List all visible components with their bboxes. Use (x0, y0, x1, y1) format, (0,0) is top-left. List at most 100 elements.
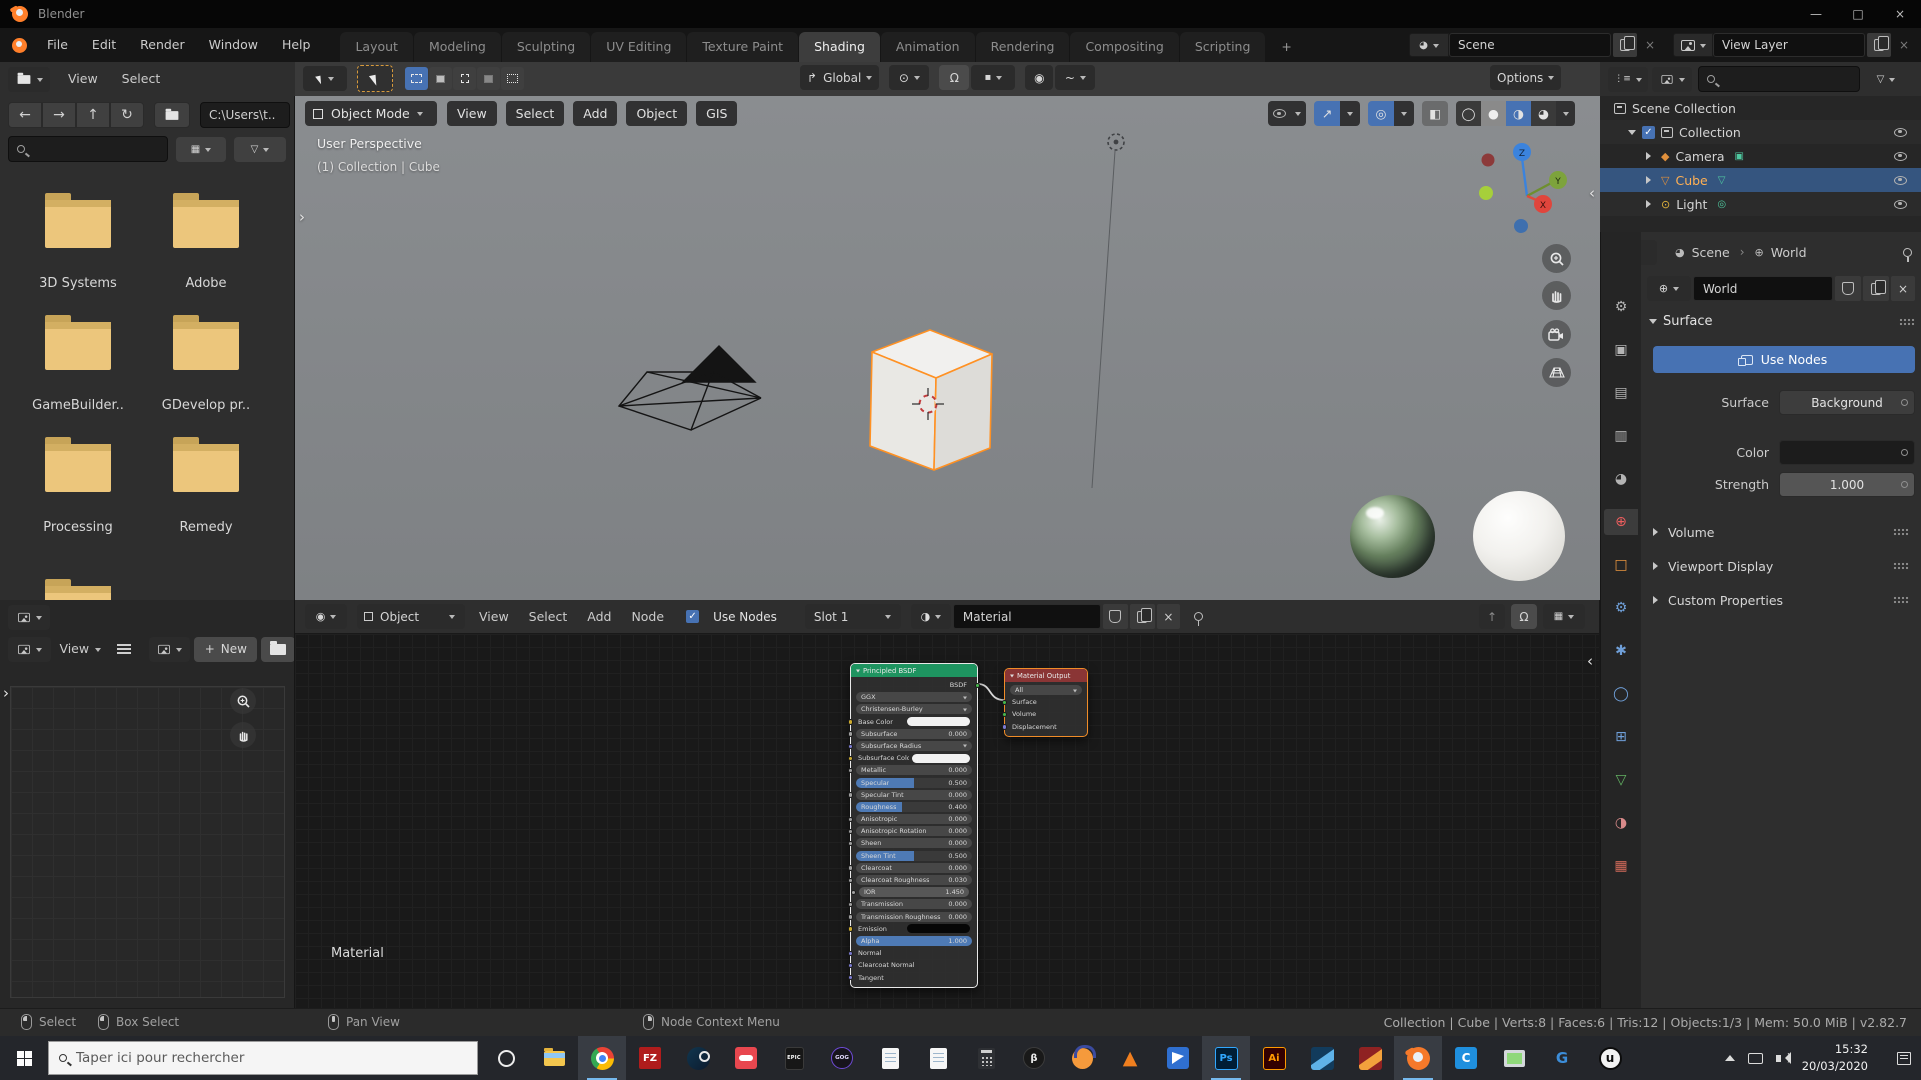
color-swatch[interactable] (912, 754, 970, 763)
disclosure-icon[interactable] (1646, 200, 1655, 208)
zoom-button[interactable] (1542, 244, 1571, 273)
principled-bsdf-node[interactable]: Principled BSDF BSDF GGX Christensen-Bur… (850, 663, 978, 988)
viewport-3d[interactable]: Object Mode ViewSelectAddObjectGIS ↗ ◎ ◧… (295, 96, 1600, 600)
node-socket[interactable] (848, 865, 853, 870)
fake-user-shield-button[interactable] (1835, 276, 1861, 301)
pin-icon[interactable] (1903, 248, 1912, 257)
editor-type-file-browser-button[interactable] (8, 67, 50, 92)
orthographic-grid-button[interactable] (1542, 358, 1571, 387)
app-epic-games[interactable]: EPIC (770, 1036, 818, 1080)
world-name-field[interactable]: World (1693, 276, 1833, 301)
node-row[interactable]: Specular 0.500 (856, 778, 972, 788)
forward-button[interactable]: → (42, 102, 76, 128)
node-row[interactable]: Tangent (856, 973, 972, 983)
material-copy-button[interactable] (1130, 604, 1155, 629)
breadcrumb-scene[interactable]: Scene (1692, 245, 1730, 260)
node-row[interactable]: Clearcoat Roughness 0.030 (856, 875, 972, 885)
volume-icon[interactable] (1776, 1055, 1781, 1062)
breadcrumb-world[interactable]: World (1771, 245, 1807, 260)
node-row[interactable]: Sheen Tint 0.500 (856, 851, 972, 861)
menu-hamburger-icon[interactable] (117, 644, 131, 646)
editor-type-shader-button[interactable]: ◉ (305, 604, 347, 629)
node-socket[interactable] (1002, 712, 1007, 717)
node-row[interactable]: Specular Tint 0.000 (856, 790, 972, 800)
tab-object-data[interactable]: ▽ (1604, 767, 1638, 793)
path-field[interactable]: C:\Users\t.. (200, 102, 290, 128)
parent-dir-button[interactable]: ↑ (76, 102, 110, 128)
select-mode-intersect-button[interactable] (501, 67, 524, 90)
tab-particles[interactable]: ✱ (1604, 638, 1638, 664)
app-vlc[interactable]: ▲ (1106, 1036, 1154, 1080)
node-socket[interactable] (848, 926, 853, 931)
editor-type-image-button[interactable] (8, 605, 50, 630)
app-file-explorer[interactable] (530, 1036, 578, 1080)
notification-center-icon[interactable] (1897, 1052, 1911, 1065)
open-image-button[interactable] (261, 637, 295, 662)
node-socket[interactable] (848, 841, 853, 846)
material-pin-icon[interactable] (1194, 612, 1203, 621)
folder-item[interactable]: Processing (14, 430, 142, 552)
menu-item[interactable]: Render (128, 28, 197, 62)
app-calculator[interactable] (962, 1036, 1010, 1080)
mesh-data-icon[interactable]: ▽ (1718, 175, 1726, 186)
surface-panel-header[interactable]: Surface (1649, 314, 1915, 329)
node-socket[interactable] (848, 963, 853, 968)
workspace-tab[interactable]: Sculpting (502, 32, 590, 62)
menu-item[interactable]: Window (197, 28, 270, 62)
node-row[interactable]: Anisotropic Rotation 0.000 (856, 826, 972, 836)
node-row[interactable]: Subsurface Radius (856, 741, 972, 751)
node-header[interactable]: Principled BSDF (851, 664, 977, 677)
tab-texture[interactable]: ▦ (1604, 853, 1638, 879)
app-blender[interactable] (1394, 1036, 1442, 1080)
node-row[interactable]: Roughness 0.400 (856, 802, 972, 812)
unlink-world-button[interactable]: × (1891, 276, 1915, 301)
camera-data-icon[interactable]: ▣ (1735, 151, 1744, 162)
material-name-field[interactable]: Material (953, 604, 1101, 629)
outliner-filter-id-dropdown[interactable] (1652, 67, 1692, 92)
workspace-tab[interactable]: Animation (881, 32, 975, 62)
select-box-tool-button[interactable] (357, 65, 393, 92)
tab-modifiers[interactable]: ⚙ (1604, 595, 1638, 621)
app-game-red[interactable] (722, 1036, 770, 1080)
node-row[interactable]: Transmission 0.000 (856, 899, 972, 909)
node-socket[interactable] (848, 829, 853, 834)
workspace-tab[interactable]: Texture Paint (687, 32, 798, 62)
app-g[interactable]: G (1538, 1036, 1586, 1080)
node-row[interactable]: IOR 1.450 (859, 887, 969, 897)
menu-item[interactable]: Edit (80, 28, 128, 62)
disclosure-icon[interactable] (1646, 176, 1655, 184)
image-select-dropdown[interactable] (149, 637, 190, 662)
node-socket[interactable] (848, 744, 853, 749)
node-socket[interactable] (848, 975, 853, 980)
disclosure-icon[interactable] (1628, 130, 1636, 139)
app-snip-tool[interactable] (1490, 1036, 1538, 1080)
node-socket[interactable] (851, 890, 856, 895)
app-affinity-designer[interactable] (1298, 1036, 1346, 1080)
outliner-filter-dropdown[interactable]: ▽ (1865, 67, 1907, 92)
workspace-tab[interactable]: UV Editing (591, 32, 686, 62)
app-steam[interactable] (674, 1036, 722, 1080)
view-layer-copy-button[interactable] (1867, 33, 1891, 57)
folder-item[interactable]: Remedy (142, 430, 270, 552)
folder-item[interactable]: GameBuilder.. (14, 308, 142, 430)
node-row[interactable]: Base Color (856, 717, 972, 727)
node-socket[interactable] (848, 719, 853, 724)
app-dark-circle[interactable]: β (1010, 1036, 1058, 1080)
menu-item[interactable]: Select (110, 62, 173, 96)
file-filter-dropdown[interactable]: ▽ (234, 137, 286, 162)
node-row[interactable]: Subsurface 0.000 (856, 729, 972, 739)
select-mode-subtract-button[interactable] (453, 67, 476, 90)
node-row[interactable]: Emission (856, 924, 972, 934)
app-unreal[interactable]: u (1586, 1036, 1634, 1080)
app-gog[interactable]: GOG (818, 1036, 866, 1080)
proportional-editing-toggle[interactable]: ◉ (1025, 65, 1053, 90)
file-search-input[interactable] (8, 136, 168, 162)
animate-dot-icon[interactable] (1901, 481, 1908, 488)
node-socket[interactable] (848, 878, 853, 883)
folder-item[interactable]: GDevelop pr.. (142, 308, 270, 430)
color-swatch[interactable] (907, 924, 970, 933)
node-row[interactable]: Anisotropic 0.000 (856, 814, 972, 824)
folder-item[interactable]: Adobe (142, 186, 270, 308)
app-clip-studio[interactable]: C (1442, 1036, 1490, 1080)
snap-toggle[interactable]: Ω (939, 65, 969, 90)
